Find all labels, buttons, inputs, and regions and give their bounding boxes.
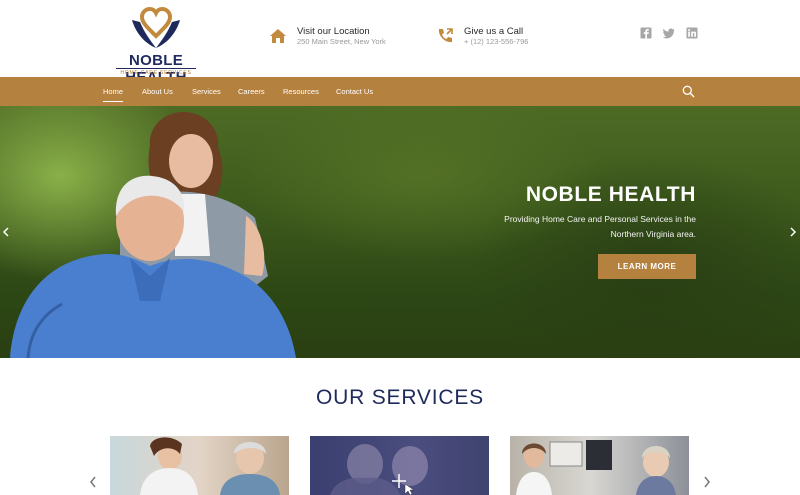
service-card-photo <box>516 440 676 495</box>
location-contact: Visit our Location 250 Main Street, New … <box>268 24 408 48</box>
home-icon <box>270 29 286 43</box>
nav-item-contact-us[interactable]: Contact Us <box>336 77 373 106</box>
service-card[interactable] <box>510 436 689 495</box>
twitter-icon[interactable] <box>663 27 675 39</box>
nav-item-home[interactable]: Home <box>103 77 124 106</box>
location-title: Visit our Location <box>297 26 370 37</box>
heart-hands-icon <box>132 6 180 48</box>
call-contact: Give us a Call + (12) 123-556-796 <box>435 24 565 48</box>
main-nav: Home About Us Services Careers Resources… <box>0 77 800 106</box>
nav-item-resources[interactable]: Resources <box>283 77 319 106</box>
linkedin-icon[interactable] <box>686 27 698 39</box>
logo[interactable]: NOBLE HEALTH HOME CARE SERVICES <box>100 6 212 86</box>
services-prev-icon[interactable] <box>89 476 97 488</box>
location-value: 250 Main Street, New York <box>297 37 386 46</box>
nav-item-careers[interactable]: Careers <box>238 77 265 106</box>
services-heading: OUR SERVICES <box>316 386 484 409</box>
search-icon[interactable] <box>682 85 695 98</box>
services-next-icon[interactable] <box>703 476 711 488</box>
site-header: NOBLE HEALTH HOME CARE SERVICES Visit ou… <box>0 0 800 86</box>
service-card[interactable] <box>110 436 289 495</box>
service-card[interactable] <box>310 436 489 495</box>
learn-more-button[interactable]: LEARN MORE <box>598 254 696 279</box>
nav-item-services[interactable]: Services <box>192 77 221 106</box>
slider-next-icon[interactable] <box>789 227 797 237</box>
slider-prev-icon[interactable] <box>2 227 10 237</box>
service-card-photo <box>330 444 428 495</box>
hero-title: NOBLE HEALTH <box>525 183 696 206</box>
hero-text: Providing Home Care and Personal Service… <box>504 214 696 239</box>
facebook-icon[interactable] <box>640 27 652 39</box>
nav-item-about-us[interactable]: About Us <box>142 77 173 106</box>
call-title: Give us a Call <box>464 26 524 37</box>
brand-tagline: HOME CARE SERVICES <box>116 68 196 76</box>
phone-icon <box>438 28 453 43</box>
hero-slider: NOBLE HEALTH Providing Home Care and Per… <box>0 106 800 358</box>
service-card-photo <box>140 437 280 495</box>
call-value: + (12) 123-556-796 <box>464 37 529 46</box>
